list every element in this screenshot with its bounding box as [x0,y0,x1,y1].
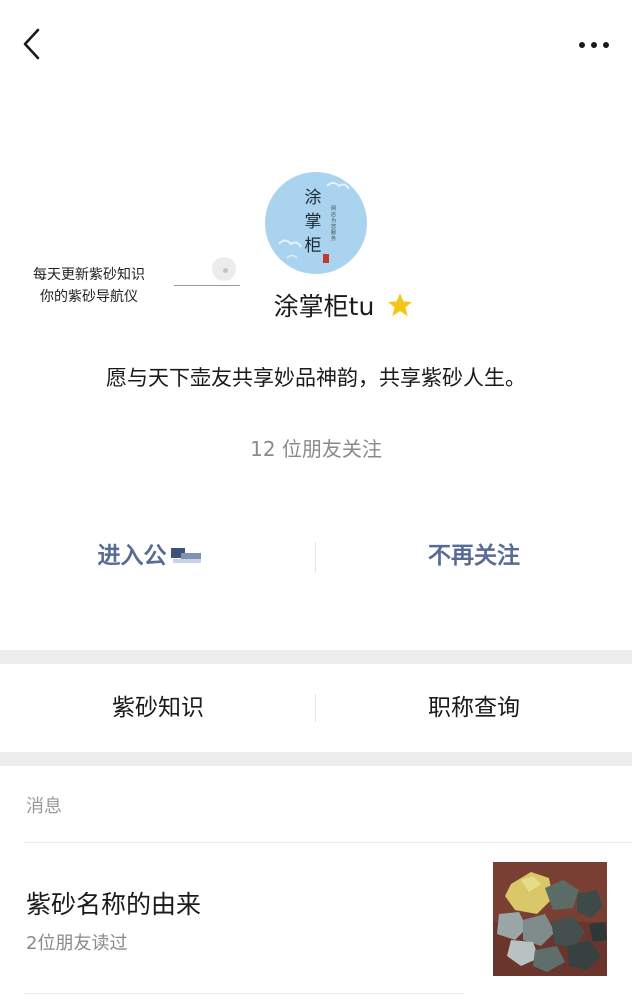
followers-count[interactable]: 12 位朋友关注 [0,433,632,462]
article-thumbnail [493,862,607,976]
article-title: 紫砂名称的由来 [26,890,202,919]
unfollow-button[interactable]: 不再关注 [316,528,632,584]
account-intro: 愿与天下壶友共享妙品神韵，共享紫砂人生。 [106,366,526,390]
menu-item-zisha-knowledge[interactable]: 紫砂知识 [0,664,316,752]
chevron-left-icon [23,28,40,60]
account-name: 涂掌柜tu [273,292,375,321]
back-button[interactable] [14,24,54,64]
more-dots-icon [579,42,609,48]
section-separator [0,650,632,664]
star-icon [388,293,413,317]
divider [24,993,464,994]
slogan-dot [223,268,228,273]
more-button[interactable] [574,30,614,60]
avatar-logo-text: 涂掌柜 [304,188,322,256]
top-bar [0,0,632,90]
action-bar: 进入公 不再关注 [0,528,632,584]
avatar-seal [323,254,329,263]
avatar-side-text: 网店为您服务 [331,206,337,242]
article-read-count: 2位朋友读过 [26,933,128,954]
slogan-line-1: 每天更新紫砂知识 [33,267,145,283]
account-menu: 紫砂知识 职称查询 [0,664,632,752]
article-item[interactable]: 紫砂名称的由来 2位朋友读过 [0,843,632,993]
enter-account-label: 进入公 [97,543,167,569]
obscured-text-fragment [167,542,219,572]
enter-account-button[interactable]: 进入公 [0,528,316,584]
section-separator [0,752,632,766]
account-name-row: 涂掌柜tu [0,285,632,325]
menu-item-title-query[interactable]: 职称查询 [316,664,632,752]
account-avatar[interactable]: 涂掌柜 网店为您服务 [265,172,367,274]
messages-section-title: 消息 [26,796,62,817]
